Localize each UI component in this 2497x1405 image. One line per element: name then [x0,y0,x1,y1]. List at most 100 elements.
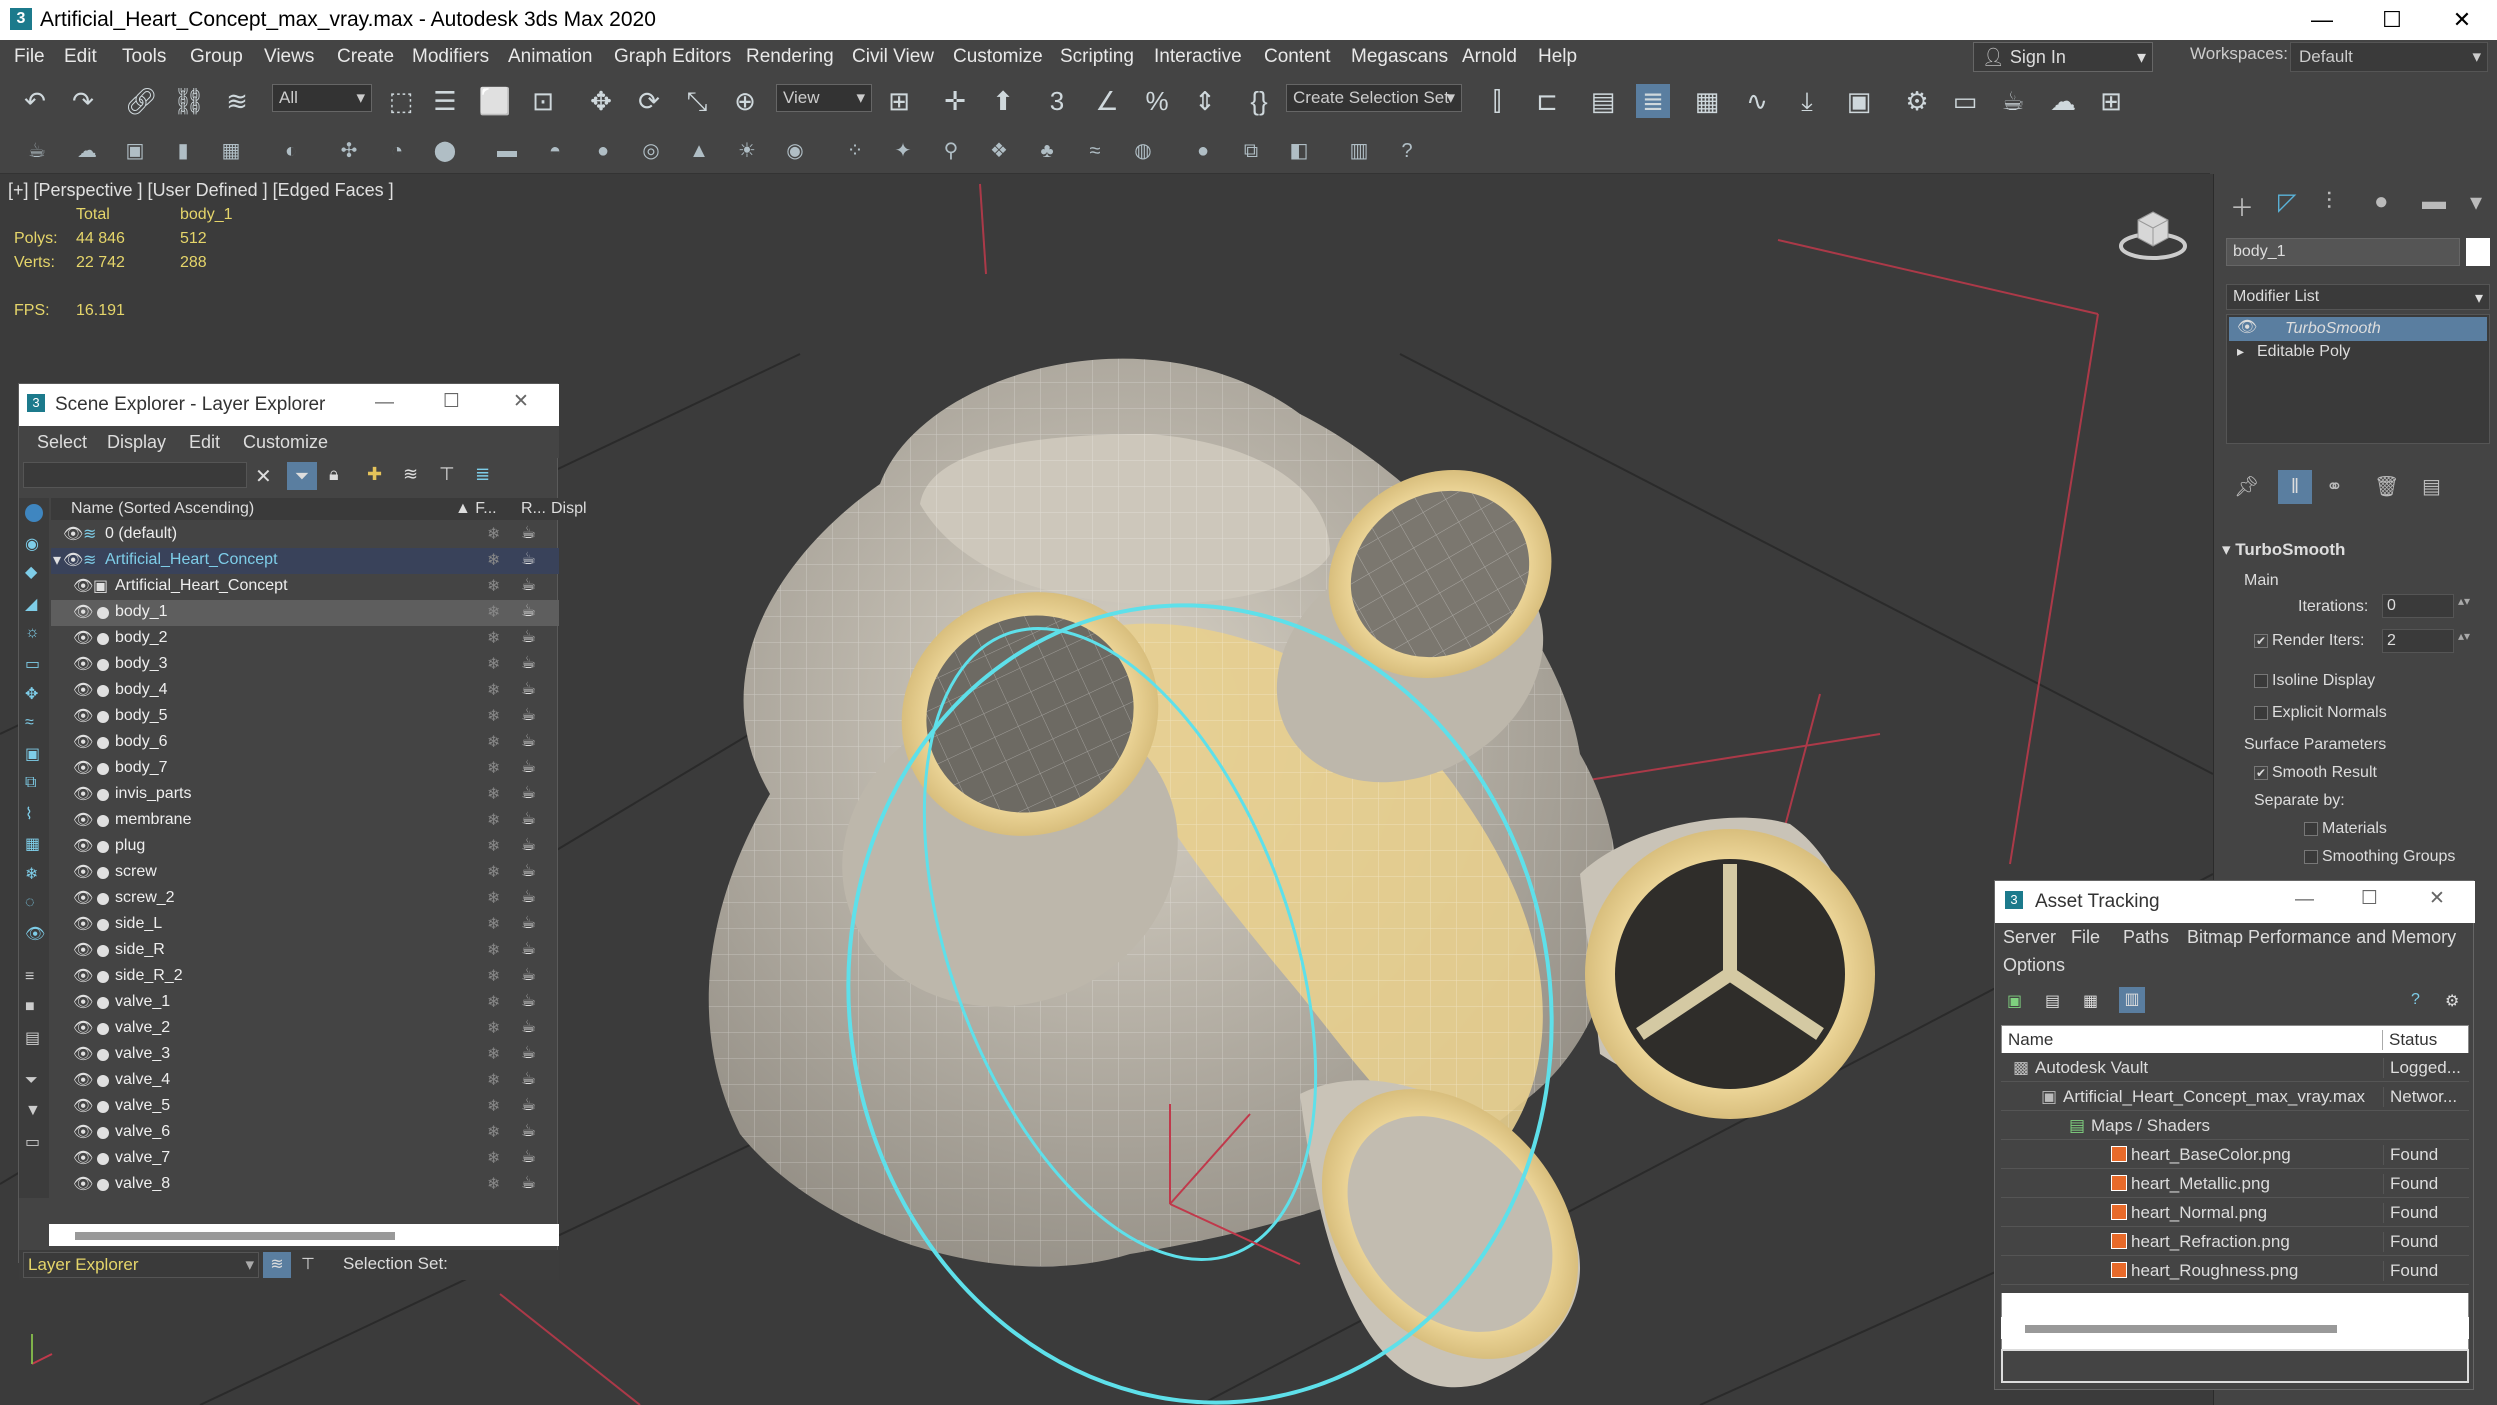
se-tree-row[interactable]: 👁︎ side_L ❄ ☕ [51,912,559,938]
stack-item-editable-poly[interactable]: Editable Poly [2257,343,2350,361]
modify-tab-icon[interactable]: ◸ [2278,188,2296,217]
visibility-eye-icon[interactable]: 👁︎ [73,1174,93,1194]
visibility-eye-icon[interactable]: 👁︎ [73,1096,93,1116]
se-tree-row[interactable]: 👁︎ valve_2 ❄ ☕ [51,1016,559,1042]
minimize-button[interactable]: — [375,392,394,414]
as-col-status[interactable]: Status [2382,1030,2437,1050]
configure-modifier-sets-icon[interactable]: ▤ [2422,474,2441,499]
select-by-name-icon[interactable]: ☰ [428,84,462,118]
asset-path-field[interactable] [2001,1349,2469,1383]
layer-explorer-toggle-icon[interactable]: ≣ [1636,84,1670,118]
se-tree-row[interactable]: 👁︎ body_6 ❄ ☕ [51,730,559,756]
maximize-button[interactable]: ☐ [2361,887,2378,910]
renderable-teapot-icon[interactable]: ☕ [521,1121,536,1141]
se-tree-row[interactable]: 👁︎ ▣ Artificial_Heart_Concept ❄ ☕ [51,574,559,600]
explorer-mode-dropdown[interactable]: Layer Explorer ▾ [23,1252,259,1278]
se-menu-select[interactable]: Select [37,432,87,453]
asset-row[interactable]: ▣ Artificial_Heart_Concept_max_vray.max Ne… [2001,1082,2469,1111]
scrollbar-thumb[interactable] [75,1232,395,1240]
visibility-eye-icon[interactable]: 👁︎ [63,524,83,544]
freeze-icon[interactable]: ❄ [487,732,500,752]
light-icon[interactable]: ◐ [278,138,304,164]
visibility-eye-icon[interactable]: 👁︎ [73,1018,93,1038]
menu-megascans[interactable]: Megascans [1351,46,1448,68]
se-tree-row[interactable]: 👁︎ screw_2 ❄ ☕ [51,886,559,912]
menu-edit[interactable]: Edit [64,46,97,68]
se-tree-row[interactable]: 👁︎ valve_4 ❄ ☕ [51,1068,559,1094]
align-icon[interactable]: ⊏ [1530,84,1564,118]
freeze-icon[interactable]: ❄ [487,810,500,830]
visibility-eye-icon[interactable]: 👁︎ [73,758,93,778]
freeze-icon[interactable]: ❄ [487,654,500,674]
se-tree-row[interactable]: 👁︎ body_1 ❄ ☕ [51,600,559,626]
se-tree-row[interactable]: 👁︎ ≋ 0 (default) ❄ ☕ [51,522,559,548]
menu-content[interactable]: Content [1264,46,1331,68]
freeze-icon[interactable]: ❄ [487,1148,500,1168]
visibility-eye-icon[interactable]: 👁︎ [73,966,93,986]
freeze-icon[interactable]: ❄ [487,1018,500,1038]
ribbon-toggle-icon[interactable]: ▦ [1690,84,1724,118]
undo-icon[interactable]: ↶ [18,84,52,118]
eye-icon[interactable]: 👁︎ [2237,317,2257,337]
visibility-eye-icon[interactable]: 👁︎ [73,602,93,622]
menu-create[interactable]: Create [337,46,394,68]
fur-icon[interactable]: ≈ [1082,138,1108,164]
freeze-icon[interactable]: ❄ [487,836,500,856]
freeze-icon[interactable]: ❄ [487,680,500,700]
menu-interactive[interactable]: Interactive [1154,46,1242,68]
smooth-result-checkbox[interactable]: ✔ [2254,766,2268,780]
visibility-eye-icon[interactable]: 👁︎ [73,862,93,882]
snaps-toggle-icon[interactable]: 3 [1040,84,1074,118]
mesh-icon[interactable]: ❖ [986,138,1012,164]
renderable-teapot-icon[interactable]: ☕ [521,965,536,985]
freeze-icon[interactable]: ❄ [487,862,500,882]
help-icon[interactable]: ? [2411,991,2420,1009]
renderable-teapot-icon[interactable]: ☕ [521,731,536,751]
scale-icon[interactable]: ⤡ [680,84,714,118]
visibility-eye-icon[interactable]: 👁︎ [73,836,93,856]
as-menu-server[interactable]: Server [2003,927,2056,948]
visibility-eye-icon[interactable]: 👁︎ [73,1070,93,1090]
freeze-icon[interactable]: ❄ [487,550,500,570]
renderable-teapot-icon[interactable]: ☕ [521,1017,536,1037]
freeze-icon[interactable]: ❄ [487,706,500,726]
keyboard-shortcut-icon[interactable]: ⬆ [986,84,1020,118]
asset-row[interactable]: heart_BaseColor.png Found [2001,1140,2469,1169]
expand-arrow-icon[interactable]: ▾ [53,550,61,570]
freeze-icon[interactable]: ❄ [487,524,500,544]
teapot-icon[interactable]: ☕ [24,138,50,164]
clear-search-icon[interactable]: ✕ [255,464,272,489]
freeze-icon[interactable]: ❄ [487,966,500,986]
helper-icon[interactable]: ✣ [336,138,362,164]
se-col-display[interactable]: Displ [551,500,587,518]
se-tree-row[interactable]: 👁︎ invis_parts ❄ ☕ [51,782,559,808]
display-none-icon[interactable] [25,504,43,522]
tree-view-icon[interactable]: ▦ [2083,991,2098,1011]
hierarchy-tab-icon[interactable]: ⫶ [2326,188,2332,216]
renderable-teapot-icon[interactable]: ☕ [521,757,536,777]
cloud-icon[interactable]: ☁ [74,138,100,164]
visibility-eye-icon[interactable]: 👁︎ [73,732,93,752]
renderable-teapot-icon[interactable]: ☕ [521,1095,536,1115]
place-icon[interactable]: ⊕ [728,84,762,118]
renderable-teapot-icon[interactable]: ☕ [521,1069,536,1089]
rendered-frame-window-icon[interactable]: ▭ [1948,84,1982,118]
smoothing-groups-checkbox[interactable] [2304,850,2318,864]
renderable-teapot-icon[interactable]: ☕ [521,835,536,855]
freeze-icon[interactable]: ❄ [487,1096,500,1116]
box-icon[interactable]: ▣ [122,138,148,164]
unlink-icon[interactable]: ⛓︎ [172,84,206,118]
se-tree-row[interactable]: 👁︎ valve_1 ❄ ☕ [51,990,559,1016]
se-tree-row[interactable]: 👁︎ valve_6 ❄ ☕ [51,1120,559,1146]
plane-icon[interactable]: ▬ [494,138,520,164]
menu-civil-view[interactable]: Civil View [852,46,934,68]
spacewarp-icon[interactable]: ◔ [384,138,410,164]
visibility-eye-icon[interactable]: 👁︎ [73,576,93,596]
curve-editor-icon[interactable]: ∿ [1740,84,1774,118]
vray-frame-icon[interactable]: ⧉ [1238,138,1264,164]
se-menu-customize[interactable]: Customize [243,432,328,453]
turbosmooth-rollout-header[interactable]: ▾ TurboSmooth [2222,540,2345,560]
spinner-arrows-icon[interactable]: ▴▾ [2458,629,2470,643]
renderable-teapot-icon[interactable]: ☕ [521,783,536,803]
menu-group[interactable]: Group [190,46,243,68]
